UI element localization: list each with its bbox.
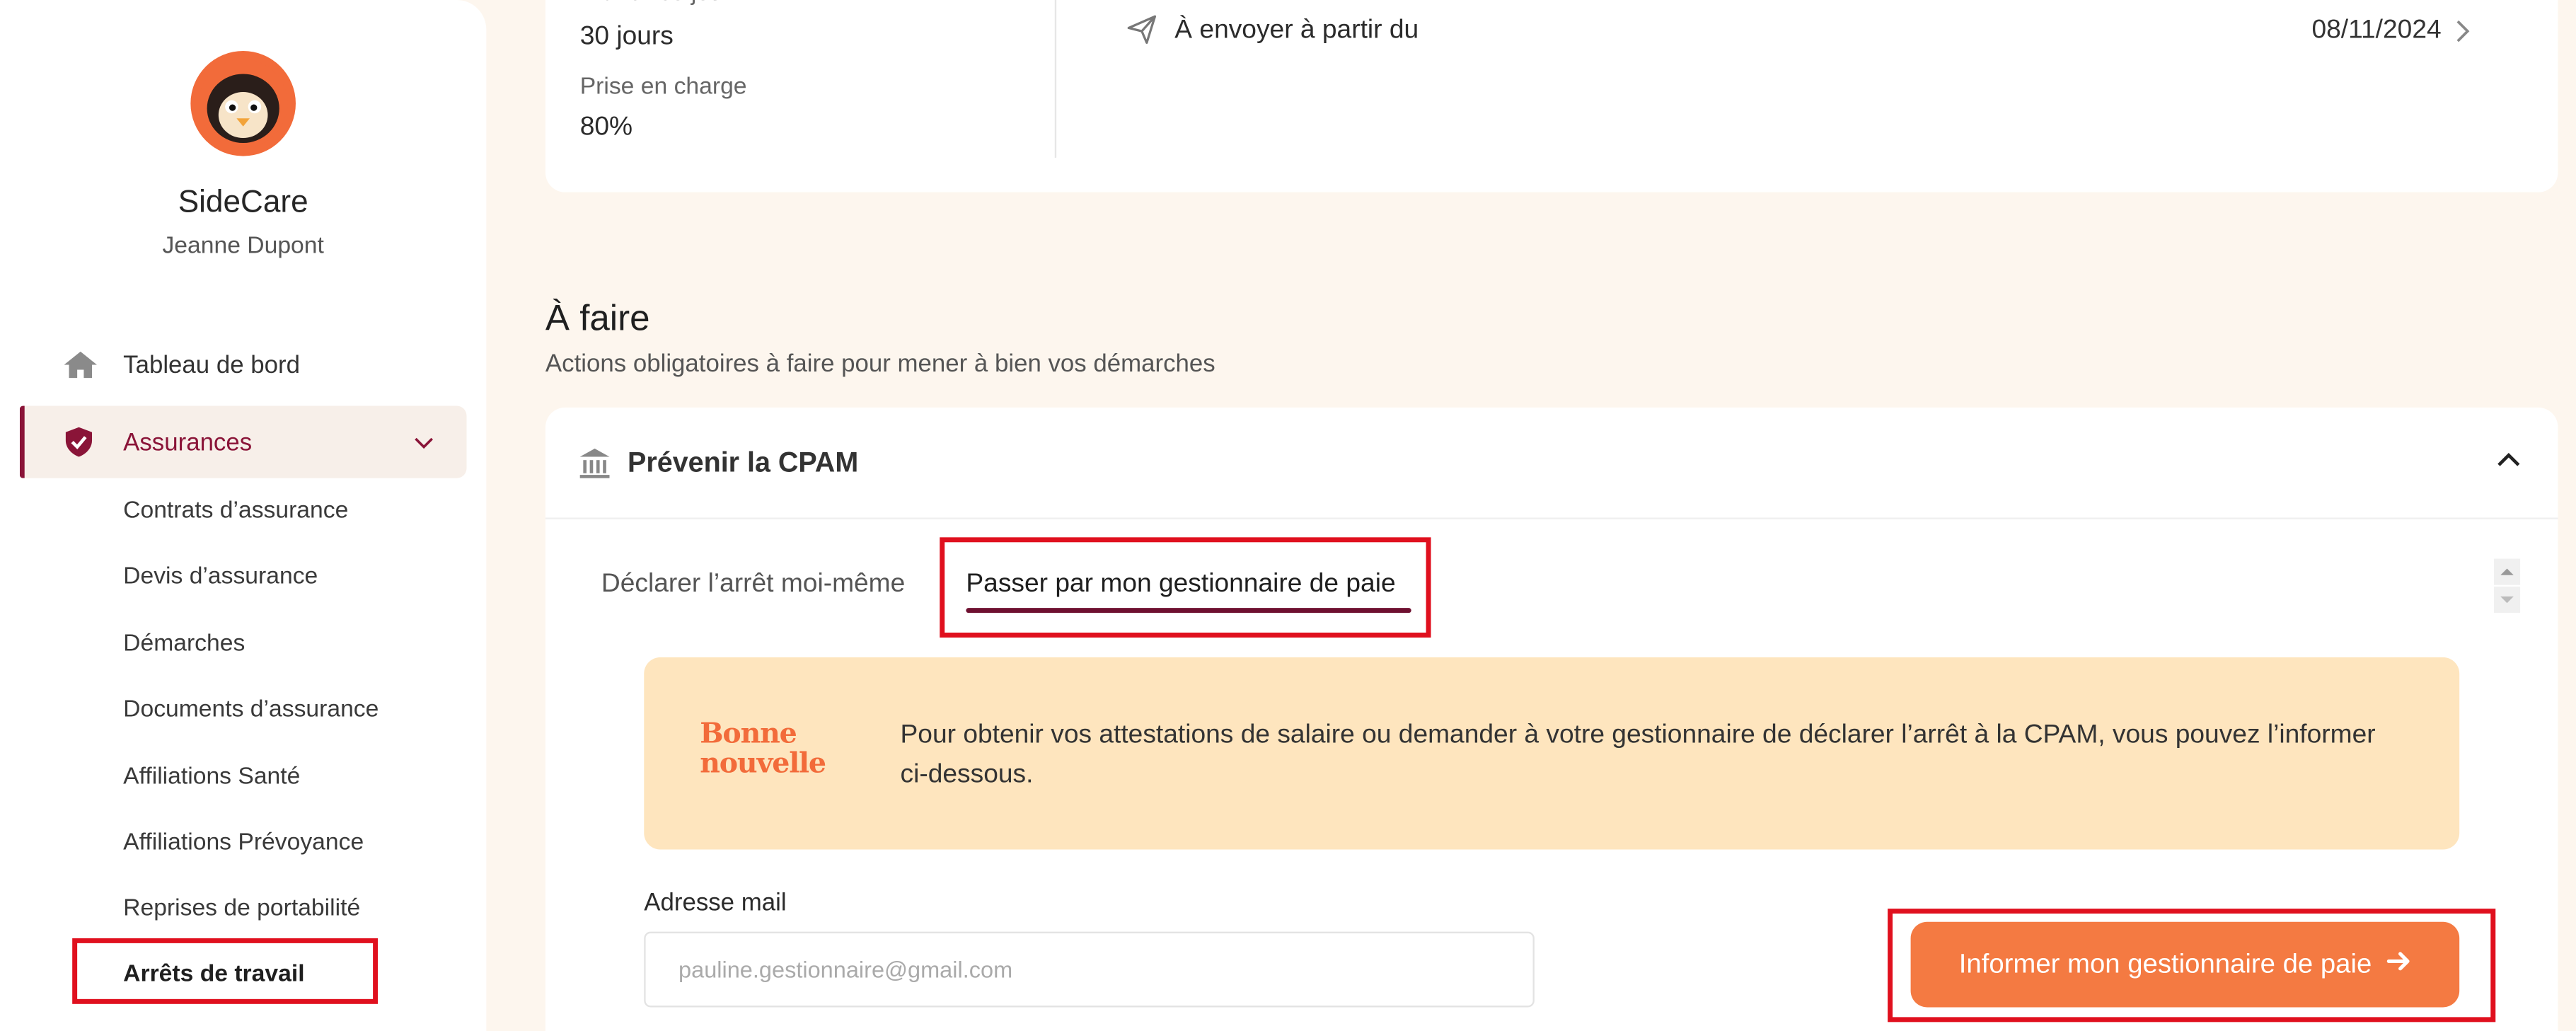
sidebar-item-devis[interactable]: Devis d’assurance [123, 563, 318, 589]
section-subtitle: Actions obligatoires à faire pour mener … [545, 350, 1215, 379]
tab-passer-par-gestionnaire[interactable]: Passer par mon gestionnaire de paie [966, 570, 1395, 600]
franchise-value: 30 jours [579, 23, 674, 51]
sidebar: SideCare Jeanne Dupont Tableau de bord A… [0, 0, 487, 1031]
info-banner-text: Pour obtenir vos attestations de salaire… [900, 721, 2376, 789]
prise-en-charge-value: 80% [579, 113, 633, 142]
send-date-row[interactable]: À envoyer à partir du 08/11/2024 [1127, 13, 2474, 53]
todo-card-header[interactable]: Prévenir la CPAM [545, 408, 2558, 519]
inform-payroll-manager-button[interactable]: Informer mon gestionnaire de paie [1910, 921, 2460, 1008]
scroll-down-arrow-icon[interactable] [2493, 586, 2521, 614]
chevron-right-icon[interactable] [2451, 16, 2475, 46]
nav-label: Assurances [123, 427, 253, 456]
nav-label: Tableau de bord [123, 350, 301, 379]
shield-check-icon [62, 425, 98, 458]
prise-en-charge-label: Prise en charge [579, 74, 747, 100]
send-label: À envoyer à partir du [1174, 16, 1419, 45]
section-title: À faire [545, 297, 650, 339]
todo-card-title: Prévenir la CPAM [628, 447, 859, 478]
bonne-nouvelle-badge: Bonne nouvelle [700, 718, 826, 781]
penguin-logo-avatar [190, 50, 296, 156]
send-date: 08/11/2024 [2311, 16, 2442, 45]
sidebar-item-documents[interactable]: Documents d’assurance [123, 697, 379, 723]
nav-item-tableau-de-bord[interactable]: Tableau de bord [20, 328, 467, 401]
button-label: Informer mon gestionnaire de paie [1958, 949, 2372, 979]
divider [1054, 0, 1057, 158]
home-icon [62, 348, 98, 381]
sidebar-item-contrats[interactable]: Contrats d’assurance [123, 498, 348, 524]
scroll-up-arrow-icon[interactable] [2493, 558, 2521, 585]
active-tab-indicator [966, 608, 1411, 614]
arrow-right-icon [2385, 948, 2411, 982]
sidebar-item-affiliations-prevoyance[interactable]: Affiliations Prévoyance [123, 830, 364, 856]
email-field[interactable] [644, 931, 1535, 1008]
sidebar-item-reprises[interactable]: Reprises de portabilité [123, 896, 360, 922]
bank-icon [578, 447, 611, 480]
sidebar-item-arrets-de-travail[interactable]: Arrêts de travail [123, 961, 304, 987]
chevron-down-icon[interactable] [411, 429, 437, 455]
brand-name: SideCare [178, 185, 308, 221]
nav-item-assurances[interactable]: Assurances [19, 405, 467, 478]
sidebar-item-affiliations-sante[interactable]: Affiliations Santé [123, 764, 300, 790]
sidebar-item-demarches[interactable]: Démarches [123, 631, 245, 657]
tab-declarer-moi-meme[interactable]: Déclarer l’arrêt moi-même [601, 570, 905, 600]
franchise-label: Franchise jour [580, 0, 731, 6]
email-label: Adresse mail [644, 889, 787, 917]
user-name: Jeanne Dupont [162, 233, 324, 260]
paper-plane-icon [1127, 15, 1157, 45]
chevron-up-icon[interactable] [2493, 444, 2525, 476]
